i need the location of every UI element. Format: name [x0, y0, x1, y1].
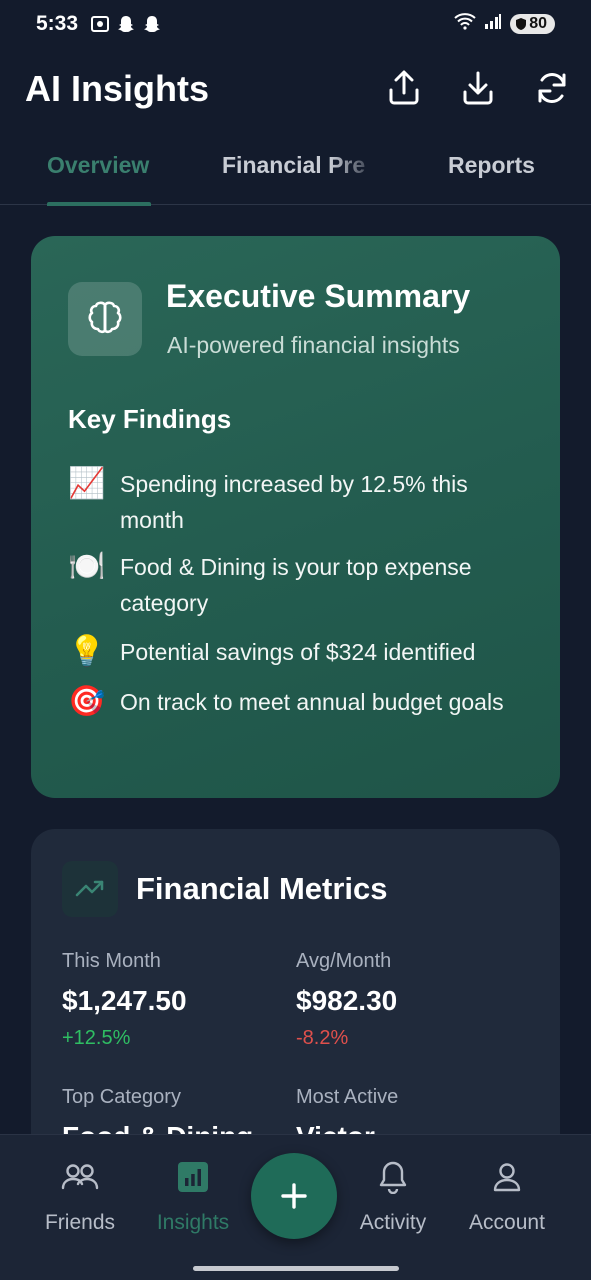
tab-bar: Overview Financial Pre Reports	[0, 140, 591, 206]
nav-label: Activity	[359, 1211, 427, 1234]
lightbulb-icon: 💡	[68, 635, 106, 668]
metric-label: Most Active	[296, 1086, 399, 1108]
metric-this-month: This Month $1,247.50 +12.5%	[62, 950, 187, 1050]
metric-change: +12.5%	[62, 1027, 131, 1049]
executive-summary-title: Executive Summary	[166, 278, 471, 314]
finding-item: 🍽️ Food & Dining is your top expense cat…	[68, 549, 538, 621]
nav-friends[interactable]: Friends	[40, 1157, 120, 1235]
bottom-navigation: Friends Insights Activity Account	[0, 1134, 591, 1280]
friends-icon	[60, 1157, 100, 1197]
brain-icon-container	[68, 282, 142, 356]
add-button[interactable]	[251, 1153, 337, 1239]
share-button[interactable]	[385, 68, 423, 108]
tab-fade	[330, 140, 380, 200]
insights-icon	[173, 1157, 213, 1197]
finding-text: Food & Dining is your top expense catego…	[120, 554, 472, 616]
finding-item: 📈 Spending increased by 12.5% this month	[68, 466, 538, 538]
executive-summary-card: Executive Summary AI-powered financial i…	[31, 236, 560, 798]
brain-icon	[88, 301, 122, 334]
shield-icon	[516, 17, 527, 30]
trending-up-icon	[75, 880, 104, 897]
metric-value: $1,247.50	[62, 985, 187, 1016]
signal-icon	[484, 13, 502, 34]
battery-level: 80	[529, 14, 547, 32]
key-findings-heading: Key Findings	[68, 404, 232, 434]
target-icon: 🎯	[68, 685, 106, 718]
system-icons: 80	[454, 12, 555, 35]
nav-label: Friends	[44, 1211, 116, 1234]
refresh-icon	[538, 73, 566, 103]
trending-icon-container	[62, 861, 118, 917]
metric-label: Top Category	[62, 1086, 181, 1108]
home-indicator[interactable]	[193, 1266, 399, 1271]
status-bar: 5:33 80	[0, 0, 591, 52]
refresh-button[interactable]	[533, 68, 571, 108]
status-time: 5:33	[36, 12, 79, 35]
nav-account[interactable]: Account	[462, 1157, 552, 1235]
nav-activity[interactable]: Activity	[352, 1157, 434, 1235]
finding-text: Spending increased by 12.5% this month	[120, 471, 468, 533]
plate-icon: 🍽️	[68, 550, 106, 583]
bell-icon	[373, 1157, 413, 1197]
finding-item: 🎯 On track to meet annual budget goals	[68, 684, 538, 720]
nav-insights[interactable]: Insights	[150, 1157, 236, 1235]
battery-indicator: 80	[510, 13, 555, 34]
metric-label: Avg/Month	[296, 950, 392, 972]
active-tab-indicator	[47, 202, 151, 206]
metric-change: -8.2%	[296, 1027, 349, 1049]
screenshot-icon	[90, 14, 110, 34]
chart-up-icon: 📈	[68, 467, 106, 500]
header-actions	[385, 68, 571, 108]
nav-label: Insights	[156, 1211, 230, 1234]
snapchat-icon	[142, 14, 162, 34]
tab-reports[interactable]: Reports	[448, 152, 535, 179]
share-icon	[389, 70, 419, 105]
tab-overview[interactable]: Overview	[47, 152, 149, 179]
wifi-icon	[454, 12, 476, 35]
metric-avg-month: Avg/Month $982.30 -8.2%	[296, 950, 397, 1050]
nav-label: Account	[469, 1211, 545, 1234]
finding-text: Potential savings of $324 identified	[120, 639, 476, 665]
user-icon	[487, 1157, 527, 1197]
executive-summary-subtitle: AI-powered financial insights	[167, 332, 460, 358]
download-button[interactable]	[459, 68, 497, 108]
snapchat-icon	[116, 14, 136, 34]
notification-icons	[90, 14, 162, 34]
finding-text: On track to meet annual budget goals	[120, 689, 504, 715]
financial-metrics-title: Financial Metrics	[136, 871, 388, 906]
metric-label: This Month	[62, 950, 161, 972]
plus-icon	[281, 1183, 307, 1209]
download-icon	[463, 71, 493, 105]
metric-value: $982.30	[296, 985, 398, 1016]
finding-item: 💡 Potential savings of $324 identified	[68, 634, 538, 670]
page-title: AI Insights	[25, 68, 210, 109]
